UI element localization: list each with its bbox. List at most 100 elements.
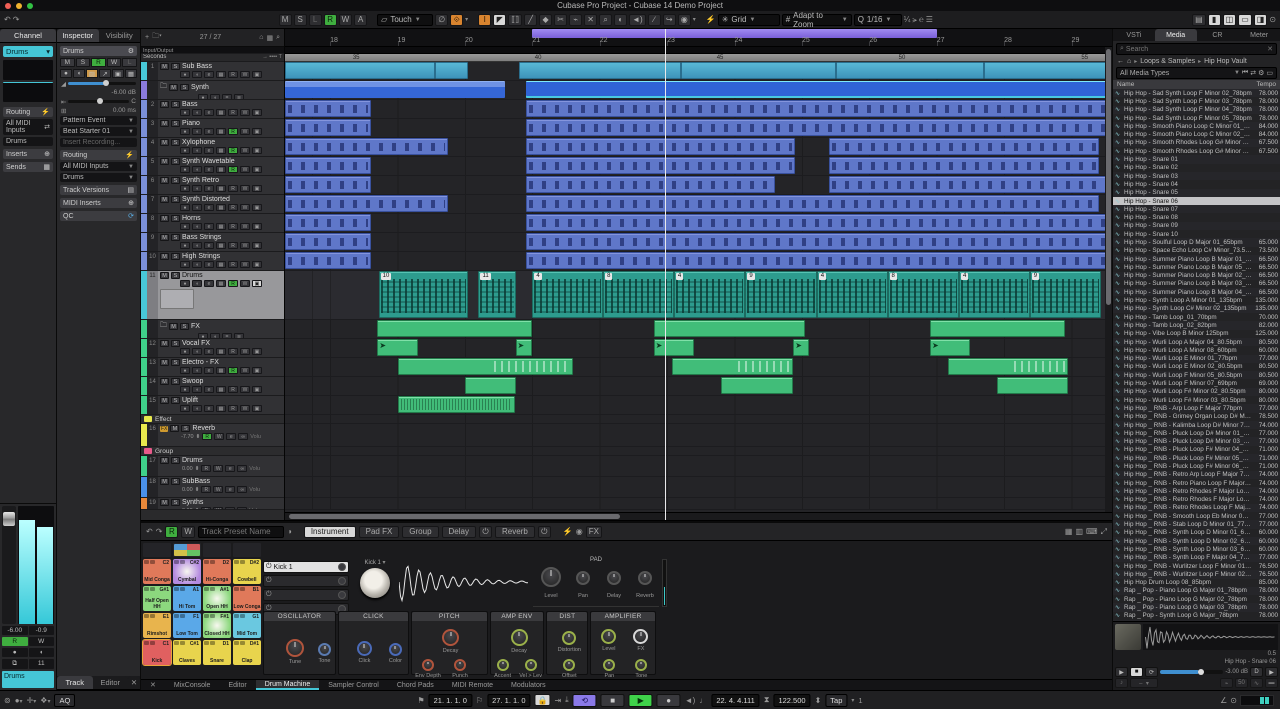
track-control-button[interactable]: e xyxy=(204,242,214,249)
track-control-button[interactable]: e xyxy=(204,280,214,287)
track-write-button[interactable]: W xyxy=(240,367,250,374)
mute-button[interactable]: M xyxy=(160,272,169,279)
automation-r-button[interactable]: R xyxy=(324,14,337,26)
media-row[interactable]: ∿Hip Hop - Wurli Loop F# Minor 02_80.5bp… xyxy=(1113,388,1280,396)
drum-editor-button[interactable]: ▨ xyxy=(86,69,98,78)
media-row[interactable]: ∿Hip Hop _ RNB - Synth Loop D Minor 02_6… xyxy=(1113,537,1280,545)
track-read-button[interactable]: R xyxy=(228,147,238,154)
track-control-button[interactable]: ▣ xyxy=(252,128,262,135)
media-row[interactable]: ∿Rap _ Pop - Synth Loop G Major_78bpm78.… xyxy=(1113,612,1280,620)
seconds-ruler[interactable]: 3540455055 xyxy=(285,54,1112,62)
track-filter-icon[interactable]: ▦ xyxy=(266,34,273,42)
drum-pad-rimshot[interactable]: E1Rimshot xyxy=(143,613,171,638)
clip[interactable] xyxy=(948,358,1067,375)
track-control-button[interactable]: ▦ xyxy=(216,109,226,116)
track-read-button[interactable]: R xyxy=(228,348,238,355)
track-control-button[interactable]: e xyxy=(204,109,214,116)
mute-button[interactable]: M xyxy=(170,425,179,432)
pitch-punch-knob[interactable] xyxy=(454,659,466,671)
drum-pad-hi-tom[interactable]: A1Hi Tom xyxy=(173,586,201,611)
meter-view-icon[interactable]: ▥ xyxy=(1075,527,1083,536)
left-locator-value[interactable]: 21. 1. 1. 0 xyxy=(429,694,472,707)
track-control-button[interactable]: ▣ xyxy=(252,367,262,374)
preset-field[interactable]: Beat Starter 01▼ xyxy=(60,127,137,136)
track-read-button[interactable]: R xyxy=(228,128,238,135)
track-control-button[interactable]: ▣ xyxy=(252,223,262,230)
mute-button[interactable]: M xyxy=(160,101,169,108)
clip[interactable] xyxy=(526,233,1112,250)
gear-icon[interactable]: ⊙ xyxy=(1230,696,1237,705)
solo-button[interactable]: S xyxy=(171,101,180,108)
track-control-button[interactable]: e xyxy=(225,507,235,509)
track-control-button[interactable]: ◖ xyxy=(192,280,202,287)
crosshair-mode-icon[interactable]: ✛▾ xyxy=(27,696,37,705)
preview-insert-button[interactable]: ▶ xyxy=(1265,667,1278,677)
sample-slot-3[interactable]: ⏻ xyxy=(263,589,349,601)
instrument-button[interactable]: ▦ xyxy=(125,69,137,78)
settings-icon[interactable]: ⚙ xyxy=(1258,69,1264,77)
clip[interactable]: 4 xyxy=(674,271,745,318)
tempo-value[interactable]: 122.500 xyxy=(773,694,810,707)
media-row[interactable]: ∿Hip Hop - Wurli Loop F Minor 07_69bpm69… xyxy=(1113,379,1280,387)
media-row[interactable]: ∿Hip Hop - Synth Loop A Minor 01_135bpm1… xyxy=(1113,296,1280,304)
media-row[interactable]: ∿Rap _ Pop - Piano Loop G Major 03_78bpm… xyxy=(1113,603,1280,611)
media-row[interactable]: ∿Hip Hop _ RNB - Pluck Loop D# Minor 01_… xyxy=(1113,429,1280,437)
channel-fader[interactable] xyxy=(2,506,16,624)
track-name[interactable]: Uplift xyxy=(182,397,198,404)
ruler-row-label[interactable]: Seconds xyxy=(143,54,166,61)
undo-icon[interactable]: ↶ xyxy=(4,15,11,24)
clip[interactable] xyxy=(681,62,836,79)
track-write-button[interactable]: W xyxy=(240,348,250,355)
track-control-button[interactable]: ◖ xyxy=(192,147,202,154)
track-write-button[interactable]: W xyxy=(240,109,250,116)
track-control-button[interactable]: ● xyxy=(180,109,190,116)
solo-button[interactable]: S xyxy=(171,457,180,464)
monitor-speaker-icon[interactable]: ◄) xyxy=(685,696,696,705)
write-button[interactable]: W xyxy=(29,637,55,646)
redo-icon[interactable]: ↷ xyxy=(156,527,163,536)
track-control-button[interactable]: ● xyxy=(180,405,190,412)
clip[interactable] xyxy=(836,62,984,79)
media-tab-media[interactable]: Media xyxy=(1155,29,1197,41)
drum-pad-closed-hh[interactable]: F#1Closed HH xyxy=(203,613,231,638)
media-row[interactable]: ∿Hip Hop _ RNB - Grimey Organ Loop D# Mi… xyxy=(1113,413,1280,421)
media-row[interactable]: ∿Hip Hop - Wurli Loop E Minor 02_80.5bpm… xyxy=(1113,363,1280,371)
track-control-button[interactable]: ● xyxy=(180,147,190,154)
timeline-ruler[interactable]: 181920212223242526272829 xyxy=(285,29,1112,47)
track-control-button[interactable]: ▣ xyxy=(252,166,262,173)
media-row[interactable]: ∿Hip Hop - Snare 10 xyxy=(1113,230,1280,238)
clip[interactable] xyxy=(829,176,1112,193)
track-control-button[interactable]: ▦ xyxy=(216,242,226,249)
track-read-button[interactable]: R xyxy=(228,166,238,173)
amplifier-tone-knob[interactable] xyxy=(635,659,647,671)
clip[interactable] xyxy=(519,62,681,79)
track-write-button[interactable]: W xyxy=(240,71,250,78)
track-control-button[interactable]: e xyxy=(204,405,214,412)
mute-button[interactable]: M xyxy=(160,215,169,222)
track-write-button[interactable]: W xyxy=(240,386,250,393)
right-zone-toggle[interactable]: ◨ xyxy=(1254,14,1268,26)
delay-row[interactable]: ⊞0.00 ms xyxy=(61,107,136,114)
track-write-button[interactable]: W xyxy=(240,242,250,249)
track-control-button[interactable]: ▣ xyxy=(252,405,262,412)
inspector-l-button[interactable]: L xyxy=(122,58,137,67)
media-row[interactable]: ∿Hip Hop _ RNB - Synth Loop F Major 04_7… xyxy=(1113,554,1280,562)
mute-button[interactable]: M xyxy=(169,84,178,91)
dm-tab-instrument[interactable]: Instrument xyxy=(304,526,356,538)
track-gain-value[interactable]: 0.00 xyxy=(182,487,193,493)
lz-tab-mixconsole[interactable]: MixConsole xyxy=(165,680,220,690)
track-control-button[interactable]: ▦ xyxy=(216,147,226,154)
dm-tab-pad-fx[interactable]: Pad FX xyxy=(359,526,400,538)
preview-waveform[interactable] xyxy=(1143,624,1278,650)
mute-button[interactable]: M xyxy=(160,120,169,127)
clip[interactable] xyxy=(654,320,806,337)
track-control-button[interactable]: e xyxy=(204,367,214,374)
volume-slider[interactable]: ◢ xyxy=(61,80,136,87)
track-control-button[interactable]: e xyxy=(204,261,214,268)
media-row[interactable]: ∿Hip Hop - Smooth Rhodes Loop G# Minor 0… xyxy=(1113,139,1280,147)
monitor-button[interactable]: ◖ xyxy=(73,69,85,78)
mute-button[interactable]: M xyxy=(160,63,169,70)
track-read-button[interactable]: R xyxy=(228,71,238,78)
track-control-button[interactable]: ▣ xyxy=(252,348,262,355)
clip[interactable] xyxy=(435,62,469,79)
